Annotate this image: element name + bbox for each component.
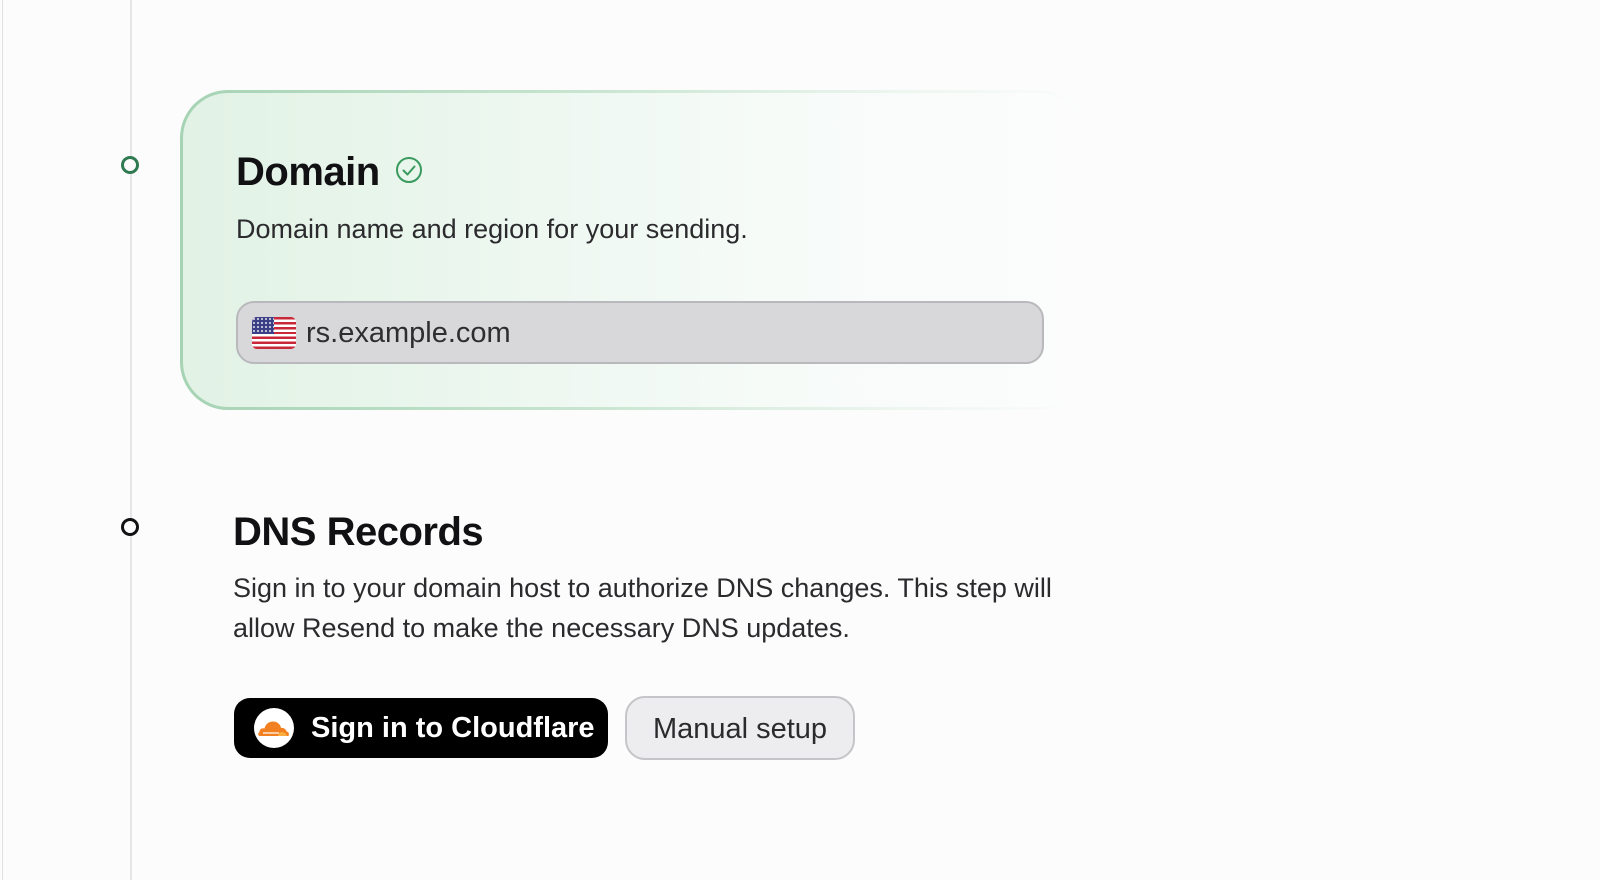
dns-records-step-description: Sign in to your domain host to authorize… xyxy=(233,573,1052,643)
sign-in-cloudflare-label: Sign in to Cloudflare xyxy=(311,712,595,744)
timeline-dot-dns-records xyxy=(121,518,139,536)
domain-value: rs.example.com xyxy=(306,317,511,349)
domain-step-description: Domain name and region for your sending. xyxy=(236,214,748,244)
left-edge-divider xyxy=(2,0,3,880)
manual-setup-button[interactable]: Manual setup xyxy=(625,696,855,760)
check-circle-icon xyxy=(396,157,422,183)
domain-step-card-body: Domain Domain name and region for your s… xyxy=(183,93,1085,407)
onboarding-page: Domain Domain name and region for your s… xyxy=(0,0,1600,880)
manual-setup-label: Manual setup xyxy=(652,713,828,745)
us-flag-icon xyxy=(252,317,296,349)
domain-step-card: Domain Domain name and region for your s… xyxy=(180,90,1088,410)
cloudflare-icon xyxy=(254,708,294,748)
dns-records-step-title: DNS Records xyxy=(233,510,484,554)
timeline-line xyxy=(130,0,132,880)
domain-step-title: Domain xyxy=(236,150,380,194)
us-flag-canton xyxy=(252,317,274,334)
sign-in-cloudflare-button[interactable]: Sign in to Cloudflare xyxy=(234,698,608,758)
cloudflare-cloud-shape xyxy=(258,721,289,736)
timeline-dot-domain xyxy=(121,156,139,174)
domain-field[interactable]: rs.example.com xyxy=(236,301,1044,364)
